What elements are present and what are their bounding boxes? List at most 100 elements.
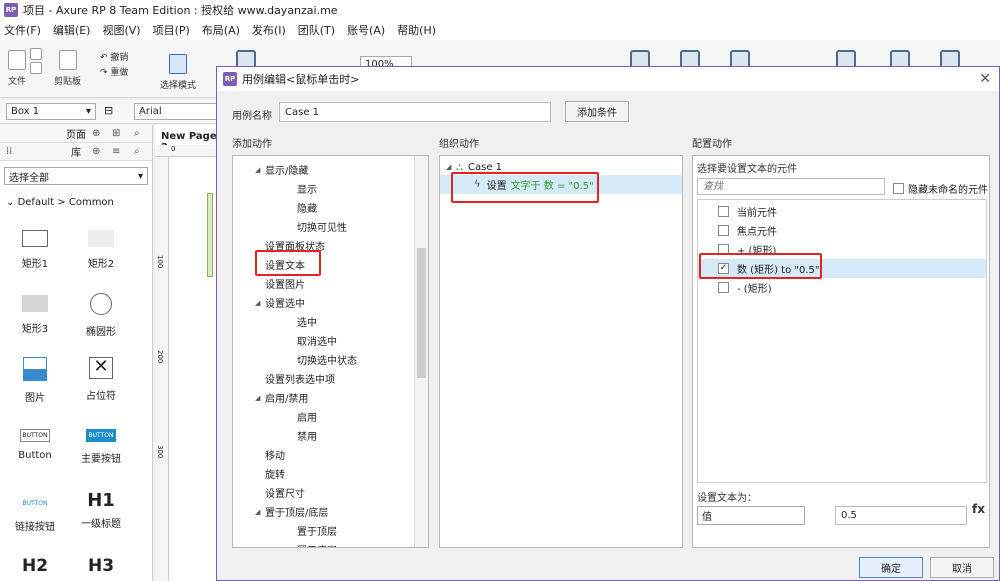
checkbox-icon[interactable]	[718, 282, 729, 293]
action-label: 置于顶层/底层	[265, 508, 329, 519]
action-item[interactable]: 选中	[233, 312, 413, 331]
action-item[interactable]: 禁用	[233, 426, 413, 445]
scrollbar[interactable]	[414, 156, 428, 547]
expand-triangle-icon: ◢	[255, 165, 261, 174]
action-item[interactable]: 隐藏	[233, 198, 413, 217]
action-label: 显示/隐藏	[265, 166, 309, 177]
action-item[interactable]: ◢ 置于顶层/底层	[233, 502, 413, 521]
menu-team[interactable]: 团队(T)	[298, 22, 335, 38]
action-item[interactable]: ◢ 设置选中	[233, 293, 413, 312]
widget-rect2[interactable]: 矩形2	[66, 230, 136, 270]
style-icon[interactable]: ⊟	[104, 104, 113, 117]
add-condition-button[interactable]: 添加条件	[565, 101, 629, 122]
redo-button[interactable]: ↷ 重做	[100, 65, 128, 78]
expand-triangle-icon: ◢	[255, 393, 261, 402]
action-item[interactable]: 设置图片	[233, 274, 413, 293]
widget-placeholder[interactable]: ✕ 占位符	[66, 357, 136, 402]
widget-button[interactable]: BUTTON Button	[0, 429, 70, 461]
action-item[interactable]: 启用	[233, 407, 413, 426]
clipboard-button[interactable]: 剪贴板	[54, 50, 81, 87]
menu-icon[interactable]: ≡	[112, 146, 120, 157]
menu-view[interactable]: 视图(V)	[102, 22, 140, 38]
widget-link-button[interactable]: BUTTON 链接按钮	[0, 497, 70, 533]
action-item[interactable]: 置于底层	[233, 540, 413, 547]
checkbox-icon[interactable]	[718, 225, 729, 236]
widget-list-item[interactable]: - (矩形)	[698, 278, 986, 297]
widget-search-input[interactable]	[697, 178, 885, 195]
action-label: 置于底层	[297, 542, 337, 547]
add-action-pane: ◢ 显示/隐藏 显示 隐藏 切换可见性 设置面板状态 设置文本 设置图片 ◢ 设置选中 选中 取消选中…	[232, 155, 429, 548]
search-icon[interactable]: ⌕	[134, 146, 140, 157]
widget-name-select[interactable]: Box 1 ▾	[6, 103, 96, 120]
add-page-icon[interactable]: ⊕	[92, 128, 100, 139]
add-library-icon[interactable]: ⊕	[92, 146, 100, 157]
menu-account[interactable]: 账号(A)	[347, 22, 385, 38]
file-button[interactable]: 文件	[8, 50, 26, 87]
action-label: 隐藏	[297, 204, 317, 215]
menu-edit[interactable]: 编辑(E)	[53, 22, 91, 38]
action-item[interactable]: 取消选中	[233, 331, 413, 350]
action-item[interactable]: 显示	[233, 179, 413, 198]
open-button[interactable]	[30, 48, 42, 78]
widget-image[interactable]: 图片	[0, 357, 70, 404]
action-item[interactable]: ◢ 启用/禁用	[233, 388, 413, 407]
undo-button[interactable]: ↶ 撤销	[100, 50, 128, 63]
action-label: 设置选中	[265, 299, 305, 310]
fx-button[interactable]: fx	[972, 502, 985, 516]
organize-action-pane: ◢ ⛬ Case 1 ϟ 设置 文字于 数 = "0.5"	[439, 155, 683, 548]
value-type-select[interactable]: 值	[697, 506, 805, 525]
hide-unnamed-checkbox[interactable]: 隐藏未命名的元件	[893, 181, 988, 196]
widget-heading1[interactable]: H1 一级标题	[66, 490, 136, 530]
search-icon[interactable]: ⌕	[134, 128, 140, 139]
add-folder-icon[interactable]: ⊞	[112, 128, 120, 139]
menu-publish[interactable]: 发布(I)	[252, 22, 286, 38]
widget-ellipse[interactable]: 椭圆形	[66, 293, 136, 338]
action-tree: ◢ 显示/隐藏 显示 隐藏 切换可见性 设置面板状态 设置文本 设置图片 ◢ 设置选中 选中 取消选中…	[233, 160, 413, 548]
action-item[interactable]: 置于顶层	[233, 521, 413, 540]
action-label: 切换选中状态	[297, 356, 357, 367]
widget-heading3[interactable]: H3	[66, 556, 136, 576]
pages-panel-header: 页面 ⊕ ⊞ ⌕	[0, 125, 152, 143]
case-name-input[interactable]: Case 1	[279, 102, 551, 122]
menu-help[interactable]: 帮助(H)	[397, 22, 436, 38]
design-canvas[interactable]: New Page 2 0 100 200 300	[155, 125, 217, 581]
action-item[interactable]: 旋转	[233, 464, 413, 483]
widget-rect1[interactable]: 矩形1	[0, 230, 70, 270]
selected-widget[interactable]	[207, 193, 213, 277]
action-item[interactable]: 设置列表选中项	[233, 369, 413, 388]
widget-list-label: - (矩形)	[737, 284, 772, 295]
ok-button[interactable]: 确定	[859, 557, 923, 578]
menu-project[interactable]: 项目(P)	[153, 22, 190, 38]
action-label: 置于顶层	[297, 527, 337, 538]
cancel-button[interactable]: 取消	[930, 557, 994, 578]
action-item[interactable]: 移动	[233, 445, 413, 464]
category-header[interactable]: ⌄ Default > Common	[6, 197, 114, 208]
widget-list: 当前元件 焦点元件 + (矩形) ✓ 数 (矩形) to "0.5" - (矩形)	[697, 199, 987, 483]
action-item[interactable]: 切换选中状态	[233, 350, 413, 369]
case-editor-dialog: RP 用例编辑<鼠标单击时> ✕ 用例名称 Case 1 添加条件 添加动作 组…	[216, 66, 1000, 581]
widget-heading2[interactable]: H2	[0, 556, 70, 576]
menu-bar: 文件(F) 编辑(E) 视图(V) 项目(P) 布局(A) 发布(I) 团队(T…	[0, 20, 1000, 40]
widget-primary-button[interactable]: BUTTON 主要按钮	[66, 429, 136, 465]
widget-list-item[interactable]: 当前元件	[698, 202, 986, 221]
scrollbar-thumb[interactable]	[417, 248, 426, 378]
action-item[interactable]: ◢ 显示/隐藏	[233, 160, 413, 179]
highlight-case-action	[451, 172, 599, 203]
select-mode-button[interactable]: 选择模式	[160, 54, 196, 91]
font-select[interactable]: Arial	[134, 103, 218, 120]
checkbox-icon	[893, 183, 904, 194]
select-mode-icon	[169, 54, 187, 74]
close-icon[interactable]: ✕	[979, 71, 991, 87]
action-item[interactable]: 切换可见性	[233, 217, 413, 236]
collapse-icon[interactable]: ⁞⁞	[6, 146, 12, 157]
image-icon	[23, 357, 47, 381]
widget-list-item[interactable]: 焦点元件	[698, 221, 986, 240]
menu-layout[interactable]: 布局(A)	[202, 22, 240, 38]
checkbox-icon[interactable]	[718, 206, 729, 217]
library-select[interactable]: 选择全部 ▾	[4, 167, 148, 185]
set-text-label: 设置文本为：	[697, 493, 757, 504]
menu-file[interactable]: 文件(F)	[4, 22, 41, 38]
action-item[interactable]: 设置尺寸	[233, 483, 413, 502]
widget-rect3[interactable]: 矩形3	[0, 295, 70, 335]
value-text-input[interactable]: 0.5	[835, 506, 967, 525]
